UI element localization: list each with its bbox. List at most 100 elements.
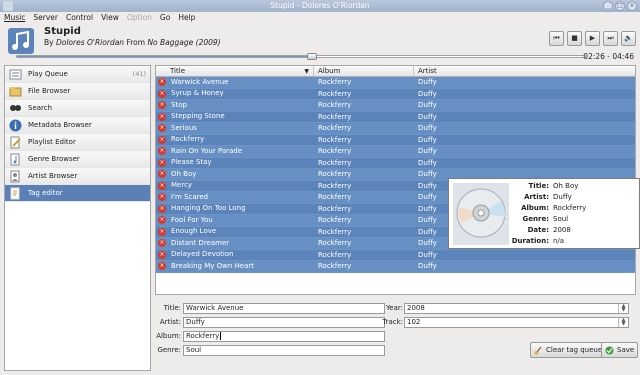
cell-title: × Serious bbox=[158, 123, 197, 133]
sidebar-item-tag-editor[interactable]: Tag editor bbox=[5, 185, 150, 202]
genre-field[interactable]: Soul bbox=[183, 345, 385, 356]
sidebar-item-label: Play Queue bbox=[28, 70, 68, 78]
cell-title: × Fool For You bbox=[158, 215, 213, 225]
remove-icon[interactable]: × bbox=[158, 112, 166, 121]
track-spinner[interactable]: ▲ ▼ bbox=[618, 318, 628, 327]
album-field[interactable]: Rockferry bbox=[183, 331, 385, 342]
sidebar-item-search[interactable]: Search bbox=[5, 100, 150, 117]
table-row[interactable]: × Delayed Devotion Rockferry Duffy bbox=[156, 249, 635, 261]
play-icon[interactable]: ▶ bbox=[585, 31, 600, 46]
remove-icon[interactable]: × bbox=[158, 250, 166, 259]
cell-album: Rockferry bbox=[318, 170, 352, 178]
cell-album: Rockferry bbox=[318, 181, 352, 190]
next-icon[interactable]: ⏭ bbox=[603, 31, 618, 46]
remove-icon[interactable]: × bbox=[158, 262, 166, 271]
remove-icon[interactable]: × bbox=[158, 216, 166, 225]
year-spinner[interactable]: ▲ ▼ bbox=[618, 304, 628, 313]
file-browser-icon bbox=[9, 86, 22, 96]
maximize-icon[interactable]: □ bbox=[615, 1, 625, 11]
cell-title: × Distant Dreamer bbox=[158, 238, 230, 248]
remove-icon[interactable]: × bbox=[158, 135, 166, 144]
table-row[interactable]: × Breaking My Own Heart Rockferry Duffy bbox=[156, 261, 635, 273]
table-row[interactable]: × Rockferry Rockferry Duffy bbox=[156, 134, 635, 146]
title-field[interactable]: Warwick Avenue bbox=[183, 303, 385, 314]
column-header-artist[interactable]: Artist bbox=[414, 66, 635, 76]
app-icon[interactable] bbox=[3, 1, 13, 11]
remove-icon[interactable]: × bbox=[158, 239, 166, 248]
table-row[interactable]: × Stop Rockferry Duffy bbox=[156, 100, 635, 112]
remove-icon[interactable]: × bbox=[158, 170, 166, 179]
year-field[interactable]: 2008 ▲ ▼ bbox=[404, 303, 629, 314]
queue-icon bbox=[9, 69, 22, 79]
track-field[interactable]: 102 ▲ ▼ bbox=[404, 317, 629, 328]
menu-view[interactable]: View bbox=[101, 12, 119, 24]
menu-control[interactable]: Control bbox=[66, 12, 93, 24]
sidebar-item-label: Playlist Editor bbox=[28, 138, 76, 146]
clear-tag-queue-button[interactable]: Clear tag queue bbox=[530, 342, 607, 358]
remove-icon[interactable]: × bbox=[158, 101, 166, 110]
minimize-icon[interactable]: _ bbox=[603, 1, 613, 11]
tooltip-value: n/a bbox=[553, 237, 565, 245]
remove-icon[interactable]: × bbox=[158, 147, 166, 156]
remove-icon[interactable]: × bbox=[158, 158, 166, 167]
remove-icon[interactable]: × bbox=[158, 193, 166, 202]
tooltip-value: Soul bbox=[553, 215, 569, 223]
tooltip-value: 2008 bbox=[553, 226, 571, 234]
cell-artist: Duffy bbox=[418, 78, 437, 86]
tooltip-row: Date: 2008 bbox=[527, 226, 571, 234]
table-row[interactable]: × Serious Rockferry Duffy bbox=[156, 123, 635, 135]
sidebar-item-play-queue[interactable]: Play Queue (41) bbox=[5, 66, 150, 83]
sort-arrow-icon: ▼ bbox=[304, 68, 309, 75]
tooltip-value: Oh Boy bbox=[553, 182, 579, 190]
close-icon[interactable]: × bbox=[627, 1, 637, 11]
previous-icon[interactable]: ⏮ bbox=[549, 31, 564, 46]
table-row[interactable]: × Stepping Stone Rockferry Duffy bbox=[156, 111, 635, 123]
menu-go[interactable]: Go bbox=[160, 12, 170, 24]
column-header-album[interactable]: Album bbox=[314, 66, 414, 76]
menubar: Music Server Control View Option Go Help bbox=[0, 12, 640, 24]
save-button[interactable]: Save bbox=[601, 342, 639, 358]
cell-album: Rockferry bbox=[318, 78, 352, 86]
sidebar-item-label: Genre Browser bbox=[28, 155, 80, 163]
artist-field[interactable]: Duffy bbox=[183, 317, 385, 328]
remove-icon[interactable]: × bbox=[158, 78, 166, 87]
cell-title: × Rockferry bbox=[158, 135, 205, 144]
sidebar-item-metadata-browser[interactable]: Metadata Browser bbox=[5, 117, 150, 134]
remove-icon[interactable]: × bbox=[158, 227, 166, 236]
table-row[interactable]: × Syrup & Honey Rockferry Duffy bbox=[156, 88, 635, 100]
sidebar-item-file-browser[interactable]: File Browser bbox=[5, 83, 150, 100]
cell-title: × Delayed Devotion bbox=[158, 250, 234, 259]
sidebar-item-playlist-editor[interactable]: Playlist Editor bbox=[5, 134, 150, 151]
sidebar-item-artist-browser[interactable]: Artist Browser bbox=[5, 168, 150, 185]
song-album: No Baggage bbox=[147, 38, 194, 47]
seek-bar-knob[interactable] bbox=[307, 53, 318, 60]
broom-icon bbox=[534, 346, 542, 355]
title-label: Title: bbox=[163, 304, 181, 312]
stop-icon[interactable]: ■ bbox=[567, 31, 582, 46]
remove-icon[interactable]: × bbox=[158, 89, 166, 98]
cell-album: Rockferry bbox=[318, 216, 352, 224]
sidebar-item-label: File Browser bbox=[28, 87, 71, 95]
cell-album: Rockferry bbox=[318, 262, 352, 270]
menu-server[interactable]: Server bbox=[33, 12, 58, 24]
sidebar-item-genre-browser[interactable]: Genre Browser bbox=[5, 151, 150, 168]
cell-artist: Duffy bbox=[418, 250, 437, 259]
sidebar-item-label: Search bbox=[28, 104, 53, 112]
remove-icon[interactable]: × bbox=[158, 204, 166, 213]
year-label: Year: bbox=[385, 304, 403, 312]
table-row[interactable]: × Warwick Avenue Rockferry Duffy bbox=[156, 77, 635, 89]
column-header-title[interactable]: Title ▼ bbox=[156, 66, 314, 76]
table-row[interactable]: × Rain On Your Parade Rockferry Duffy bbox=[156, 146, 635, 158]
cell-album: Rockferry bbox=[318, 193, 352, 201]
window-titlebar[interactable]: Stupid - Dolores O'Riordan _ □ × bbox=[0, 0, 640, 12]
volume-icon[interactable]: 🔈 bbox=[621, 31, 636, 46]
genre-label: Genre: bbox=[157, 346, 181, 354]
table-row[interactable]: × Please Stay Rockferry Duffy bbox=[156, 157, 635, 169]
cell-album: Rockferry bbox=[318, 227, 352, 236]
menu-music[interactable]: Music bbox=[4, 12, 25, 24]
menu-help[interactable]: Help bbox=[178, 12, 195, 24]
cell-artist: Duffy bbox=[418, 89, 437, 98]
seek-bar[interactable] bbox=[16, 53, 586, 60]
remove-icon[interactable]: × bbox=[158, 124, 166, 133]
remove-icon[interactable]: × bbox=[158, 181, 166, 190]
